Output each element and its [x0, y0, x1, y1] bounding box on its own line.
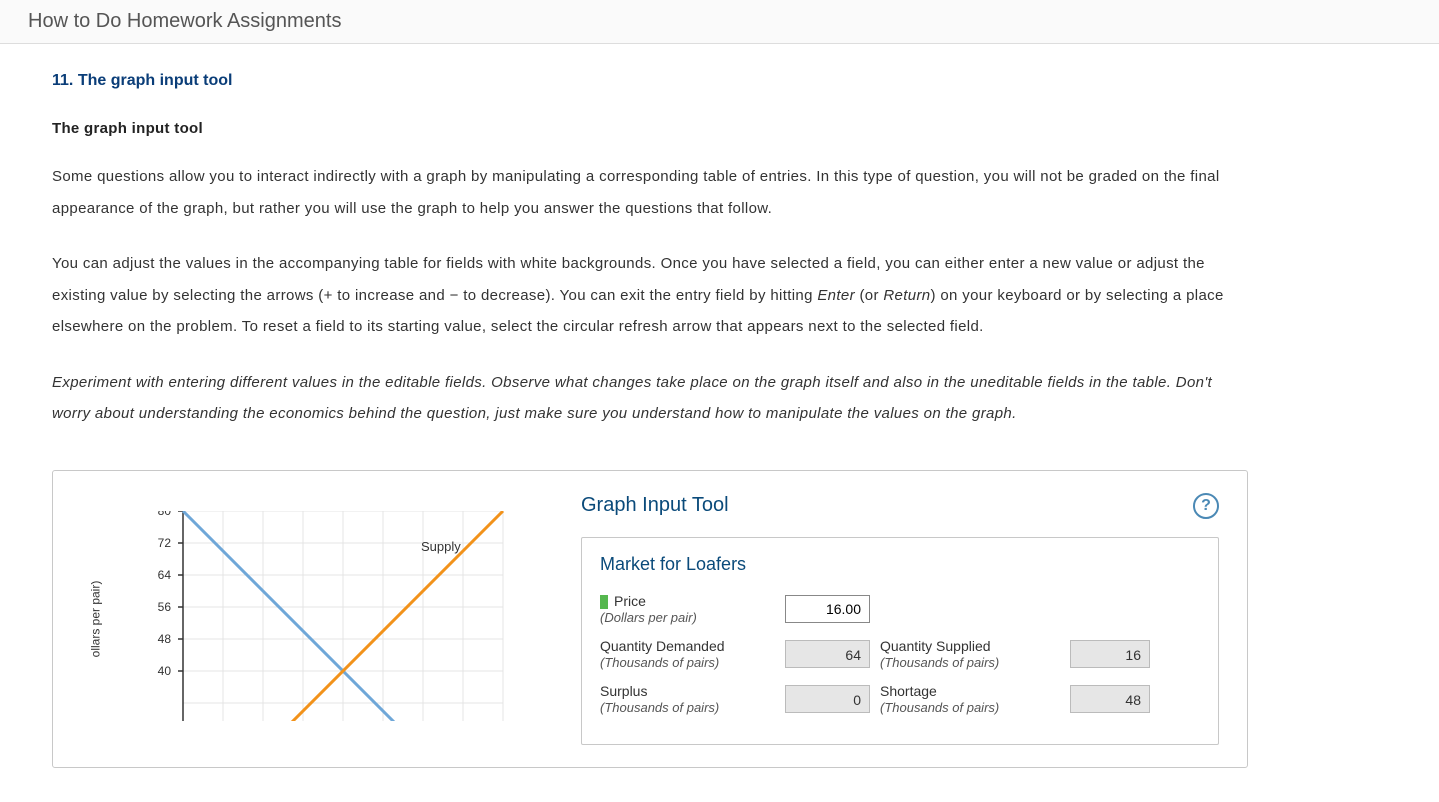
help-icon[interactable]: ? [1193, 493, 1219, 519]
question-name: The graph input tool [78, 72, 233, 89]
surplus-label: Surplus (Thousands of pairs) [600, 683, 775, 716]
ytick-56: 56 [158, 600, 172, 614]
quantity-row: Quantity Demanded (Thousands of pairs) 6… [600, 638, 1200, 671]
ytick-72: 72 [158, 536, 172, 550]
price-label: Price (Dollars per pair) [600, 593, 775, 626]
supply-label: Supply [421, 539, 461, 554]
graph-input-tool: ollars per pair) [52, 470, 1248, 768]
price-input[interactable] [785, 595, 870, 623]
p2-enter: Enter [817, 287, 855, 304]
paragraph-3: Experiment with entering different value… [52, 367, 1248, 430]
chart-area: ollars per pair) [53, 471, 553, 767]
shortage-value: 48 [1070, 685, 1150, 713]
p2-return: Return [883, 287, 930, 304]
graph-right-panel: Graph Input Tool ? Market for Loafers Pr… [553, 471, 1247, 767]
question-number: 11. [52, 72, 73, 89]
ytick-64: 64 [158, 568, 172, 582]
paragraph-1: Some questions allow you to interact ind… [52, 161, 1248, 224]
question-title: 11. The graph input tool [52, 72, 1248, 90]
section-title: The graph input tool [52, 120, 1248, 137]
market-panel: Market for Loafers Price (Dollars per pa… [581, 537, 1219, 745]
qd-label: Quantity Demanded (Thousands of pairs) [600, 638, 775, 671]
qs-label: Quantity Supplied (Thousands of pairs) [880, 638, 1060, 671]
ytick-80: 80 [158, 511, 172, 518]
ytick-40: 40 [158, 664, 172, 678]
surplus-shortage-row: Surplus (Thousands of pairs) 0 Shortage … [600, 683, 1200, 716]
tool-title: Graph Input Tool [581, 494, 729, 517]
y-axis-label: ollars per pair) [88, 580, 102, 657]
page-title: How to Do Homework Assignments [28, 10, 1411, 33]
shortage-label: Shortage (Thousands of pairs) [880, 683, 1060, 716]
price-swatch-icon [600, 595, 608, 609]
chart-svg: 80 72 64 56 48 40 Supply [73, 511, 533, 721]
qs-value: 16 [1070, 640, 1150, 668]
paragraph-2: You can adjust the values in the accompa… [52, 248, 1248, 343]
ytick-48: 48 [158, 632, 172, 646]
content: 11. The graph input tool The graph input… [0, 44, 1300, 796]
surplus-value: 0 [785, 685, 870, 713]
price-row: Price (Dollars per pair) [600, 593, 1200, 626]
market-panel-title: Market for Loafers [600, 554, 1200, 575]
p2-text-b: (or [855, 287, 883, 304]
page-header: How to Do Homework Assignments [0, 0, 1439, 44]
qd-value: 64 [785, 640, 870, 668]
tool-header: Graph Input Tool ? [581, 493, 1219, 519]
